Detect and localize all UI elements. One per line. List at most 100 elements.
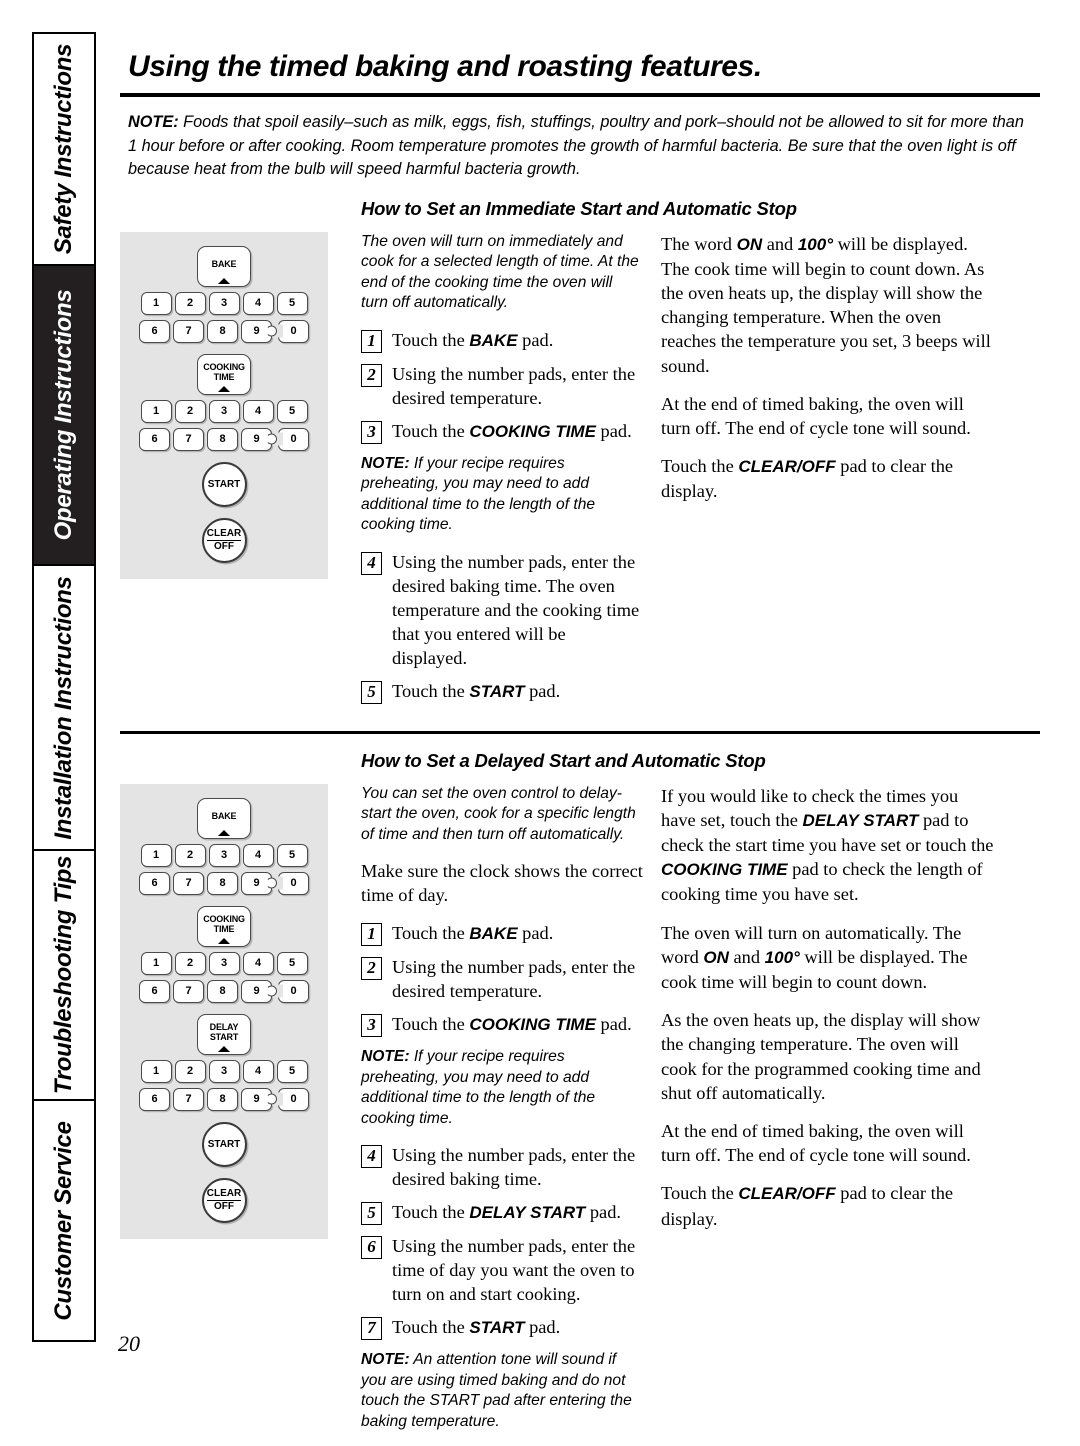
number-key-1[interactable]: 1	[141, 844, 172, 867]
section1-right-column: The word ON and 100° will be displayed. …	[651, 232, 996, 518]
delay-start-pad[interactable]: DELAY START	[197, 1014, 251, 1055]
step-text: Using the number pads, enter the desired…	[392, 1143, 643, 1191]
number-key-0[interactable]: 0	[278, 1088, 309, 1111]
number-key-9[interactable]: 9	[241, 872, 272, 895]
number-key-5[interactable]: 5	[277, 1060, 308, 1083]
section1-note: NOTE: If your recipe requires preheating…	[361, 454, 643, 536]
clear-off-pad[interactable]: CLEAR OFF	[202, 1178, 247, 1223]
intro-note-body: Foods that spoil easily–such as milk, eg…	[128, 113, 1024, 178]
sidebar-item-customer-service[interactable]: Customer Service	[32, 1099, 96, 1342]
step-item: 5 Touch the DELAY START pad.	[361, 1200, 643, 1225]
step-text: Touch the BAKE pad.	[392, 328, 553, 353]
clear-off-pad[interactable]: CLEAR OFF	[202, 518, 247, 563]
number-key-4[interactable]: 4	[243, 292, 274, 315]
number-key-3[interactable]: 3	[209, 1060, 240, 1083]
number-key-8[interactable]: 8	[207, 872, 238, 895]
number-key-6[interactable]: 6	[139, 1088, 170, 1111]
number-key-5[interactable]: 5	[277, 400, 308, 423]
bake-pad[interactable]: BAKE	[197, 246, 251, 287]
number-key-6[interactable]: 6	[139, 428, 170, 451]
number-key-6[interactable]: 6	[139, 320, 170, 343]
number-key-7[interactable]: 7	[173, 1088, 204, 1111]
sidebar-tabs: Safety Instructions Operating Instructio…	[32, 32, 96, 1342]
number-key-7[interactable]: 7	[173, 872, 204, 895]
section1-intro: The oven will turn on immediately and co…	[361, 232, 643, 314]
sidebar-item-safety-instructions[interactable]: Safety Instructions	[32, 32, 96, 264]
pad-pointer-icon	[218, 386, 230, 392]
display-word-on: ON	[703, 948, 729, 967]
number-key-5[interactable]: 5	[277, 844, 308, 867]
pad-reference: COOKING TIME	[661, 860, 788, 879]
number-key-0[interactable]: 0	[278, 980, 309, 1003]
number-key-9[interactable]: 9	[241, 320, 272, 343]
cooking-time-pad[interactable]: COOKING TIME	[197, 354, 251, 395]
intro-note-label: NOTE:	[128, 113, 179, 131]
number-key-6[interactable]: 6	[139, 980, 170, 1003]
number-key-2[interactable]: 2	[175, 292, 206, 315]
start-pad[interactable]: START	[202, 462, 247, 507]
step-text: Using the number pads, enter the desired…	[392, 955, 643, 1003]
page-content: Using the timed baking and roasting feat…	[120, 34, 1040, 1446]
number-key-3[interactable]: 3	[209, 952, 240, 975]
step-number: 2	[361, 957, 382, 980]
display-word-on: ON	[737, 235, 763, 254]
step-text: Using the number pads, enter the desired…	[392, 362, 643, 410]
number-key-4[interactable]: 4	[243, 952, 274, 975]
pad-reference: DELAY START	[802, 811, 918, 830]
number-key-0[interactable]: 0	[278, 872, 309, 895]
section2-right-paragraph-5: Touch the CLEAR/OFF pad to clear the dis…	[661, 1181, 996, 1230]
clear-off-pad-label-line1: CLEAR	[207, 528, 241, 541]
number-key-4[interactable]: 4	[243, 844, 274, 867]
step-text: Touch the COOKING TIME pad.	[392, 419, 632, 444]
number-key-8[interactable]: 8	[207, 320, 238, 343]
sidebar-item-installation-instructions[interactable]: Installation Instructions	[32, 564, 96, 849]
number-key-8[interactable]: 8	[207, 1088, 238, 1111]
start-pad[interactable]: START	[202, 1122, 247, 1167]
number-key-2[interactable]: 2	[175, 1060, 206, 1083]
number-key-2[interactable]: 2	[175, 844, 206, 867]
number-key-4[interactable]: 4	[243, 1060, 274, 1083]
sidebar-item-operating-instructions[interactable]: Operating Instructions	[32, 264, 96, 564]
number-key-6[interactable]: 6	[139, 872, 170, 895]
number-key-7[interactable]: 7	[173, 320, 204, 343]
number-key-9[interactable]: 9	[241, 1088, 272, 1111]
number-key-1[interactable]: 1	[141, 952, 172, 975]
bake-pad[interactable]: BAKE	[197, 798, 251, 839]
number-key-7[interactable]: 7	[173, 428, 204, 451]
step-text: Touch the START pad.	[392, 679, 560, 704]
number-key-3[interactable]: 3	[209, 400, 240, 423]
step-text: Using the number pads, enter the desired…	[392, 550, 643, 670]
pad-reference: BAKE	[469, 331, 517, 350]
number-key-2[interactable]: 2	[175, 400, 206, 423]
step-number: 2	[361, 364, 382, 387]
sidebar-item-troubleshooting-tips[interactable]: Troubleshooting Tips	[32, 849, 96, 1099]
number-key-0[interactable]: 0	[278, 428, 309, 451]
number-key-9[interactable]: 9	[241, 980, 272, 1003]
number-key-1[interactable]: 1	[141, 292, 172, 315]
step-text: Touch the DELAY START pad.	[392, 1200, 621, 1225]
number-key-2[interactable]: 2	[175, 952, 206, 975]
bake-pad-label: BAKE	[212, 259, 237, 269]
number-key-4[interactable]: 4	[243, 400, 274, 423]
cooking-time-pad[interactable]: COOKING TIME	[197, 906, 251, 947]
section1-steps-column: The oven will turn on immediately and co…	[331, 232, 651, 713]
number-key-8[interactable]: 8	[207, 980, 238, 1003]
number-key-3[interactable]: 3	[209, 844, 240, 867]
number-pad-row-bottom: 6 7 8 9 0	[139, 428, 309, 451]
number-key-9[interactable]: 9	[241, 428, 272, 451]
delay-start-pad-label: DELAY START	[198, 1022, 250, 1042]
number-key-0[interactable]: 0	[278, 320, 309, 343]
number-key-3[interactable]: 3	[209, 292, 240, 315]
number-key-5[interactable]: 5	[277, 292, 308, 315]
section-delayed-start: How to Set a Delayed Start and Automatic…	[120, 750, 1040, 1446]
number-key-5[interactable]: 5	[277, 952, 308, 975]
number-key-1[interactable]: 1	[141, 400, 172, 423]
section1-right-paragraph-1: The word ON and 100° will be displayed. …	[661, 232, 996, 378]
start-pad-label: START	[208, 479, 241, 490]
number-key-8[interactable]: 8	[207, 428, 238, 451]
step-item: 5 Touch the START pad.	[361, 679, 643, 704]
control-panel-diagram-1-column: BAKE 1 2 3 4 5 6 7 8 9	[120, 232, 331, 579]
number-key-7[interactable]: 7	[173, 980, 204, 1003]
sidebar-item-label: Troubleshooting Tips	[50, 856, 78, 1094]
number-key-1[interactable]: 1	[141, 1060, 172, 1083]
